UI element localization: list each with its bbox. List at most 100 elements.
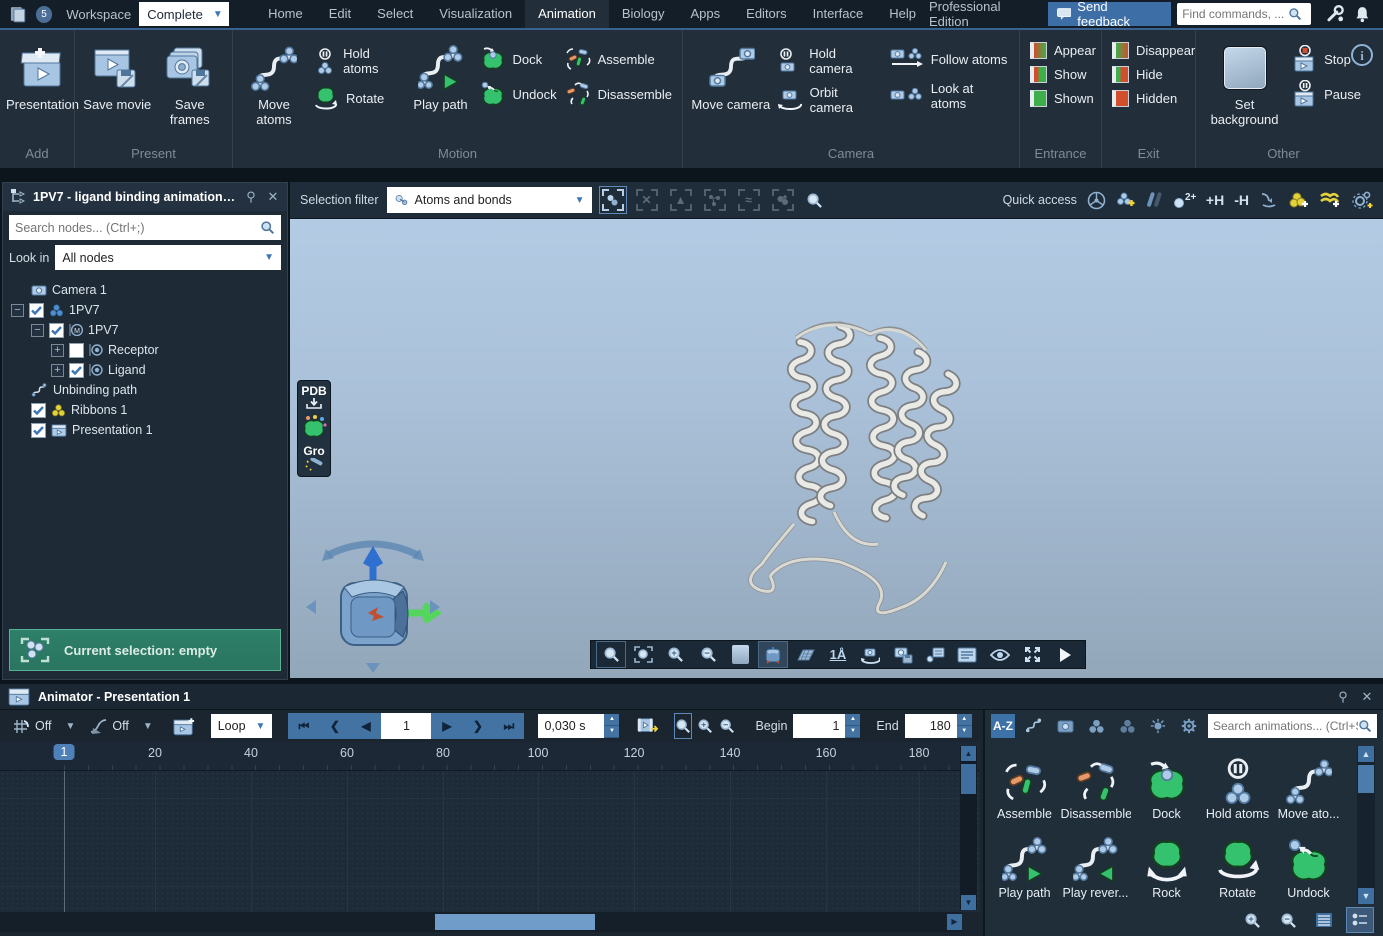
add-bonds-icon[interactable] [1146,191,1162,209]
timeline-ruler[interactable]: 1 20 40 60 80 100 120 140 160 180 [0,742,980,770]
labels-icon[interactable] [953,642,981,667]
pause-button[interactable]: Pause [1291,81,1361,107]
undock-button[interactable]: Undock [480,81,557,107]
tree-item-unbinding-path[interactable]: Unbinding path [3,380,287,400]
viewport-3d[interactable]: Selection filter Atoms and bonds ▼ ✕ ▲ ≈… [290,182,1383,678]
preset-play-reverse[interactable]: Play rever... [1060,823,1131,902]
expand-selection-button[interactable] [702,187,728,213]
grid-view-button[interactable] [1347,908,1373,932]
look-at-atoms-button[interactable]: Look at atoms [890,81,1009,111]
filter-groups-button[interactable] [1115,714,1139,738]
info-icon[interactable]: i [1351,44,1373,66]
filter-cameras-button[interactable] [1053,714,1077,738]
find-commands-box[interactable] [1177,3,1311,25]
begin-frame-field[interactable]: 1 [793,714,845,738]
menu-edit[interactable]: Edit [316,0,364,28]
tree-item-presentation-1[interactable]: Presentation 1 [3,420,287,440]
preferences-icon[interactable] [1351,190,1373,210]
timeline-vertical-scrollbar[interactable]: ▲ ▼ [960,746,977,910]
close-icon[interactable]: ✕ [265,189,281,205]
appear-button[interactable]: Appear [1030,42,1096,59]
fullscreen-icon[interactable] [1018,642,1046,667]
move-camera-button[interactable]: Move camera [689,36,773,112]
sort-az-button[interactable]: A-Z [991,714,1015,738]
send-feedback-button[interactable]: Send feedback [1048,2,1172,26]
add-animation-button[interactable] [173,714,195,738]
visibility-checkbox[interactable] [69,343,84,358]
save-frames-button[interactable]: Save frames [154,36,227,127]
orbit-camera-button[interactable]: Orbit camera [777,85,882,115]
export-movie-button[interactable] [637,714,659,738]
timeline-tracks[interactable] [0,770,980,912]
move-atoms-button[interactable]: Move atoms [239,36,309,127]
preset-assemble[interactable]: Assemble [989,744,1060,823]
zoom-in-icon[interactable] [662,642,690,667]
bell-icon[interactable] [1354,5,1371,23]
spin-down-icon[interactable]: ▼ [604,726,619,738]
preset-hold-atoms[interactable]: Hold atoms [1202,744,1273,823]
end-frame-field[interactable]: 180 [905,714,957,738]
zoom-region-icon[interactable] [630,642,658,667]
tree-item-1pv7-model[interactable]: − M 1PV7 [3,320,287,340]
next-frame-button[interactable]: ▶ [431,719,462,733]
loop-mode-dropdown[interactable]: Loop ▼ [211,714,273,738]
set-charge-icon[interactable]: 2+ [1172,191,1196,209]
deselect-button[interactable]: ✕ [634,187,660,213]
hold-atoms-button[interactable]: Hold atoms [313,46,402,76]
navigation-cube-toggle[interactable] [759,642,787,667]
notification-badge[interactable]: 5 [36,6,53,23]
fetch-pdb-button[interactable]: PDB [301,385,326,409]
scroll-up-icon[interactable]: ▲ [1358,746,1374,762]
zoom-out-button[interactable] [1275,908,1301,932]
stop-button[interactable]: Stop [1291,46,1361,72]
simulation-wheel-icon[interactable] [1087,191,1106,210]
selection-filter-dropdown[interactable]: Atoms and bonds ▼ [387,187,592,213]
add-ribbons-icon[interactable] [1319,191,1341,209]
select-up-button[interactable]: ▲ [668,187,694,213]
easing-dropdown[interactable]: Off ▼ [89,718,152,735]
preset-play-path[interactable]: Play path [989,823,1060,902]
scrollbar-thumb[interactable] [435,914,595,930]
next-keyframe-button[interactable]: ❯ [462,719,493,733]
search-nodes-input[interactable] [15,221,260,235]
disassemble-button[interactable]: Disassemble [565,81,672,107]
current-frame-field[interactable]: 1 [381,713,431,739]
spin-down-icon[interactable]: ▼ [845,726,860,738]
visibility-icon[interactable] [986,642,1014,667]
hidden-button[interactable]: Hidden [1112,90,1195,107]
visibility-checkbox[interactable] [49,323,64,338]
timeline-horizontal-scrollbar[interactable]: ▶ [0,912,962,932]
scroll-down-icon[interactable]: ▼ [961,895,976,910]
filter-paths-button[interactable] [1022,714,1046,738]
rotate-button[interactable]: Rotate [313,85,402,111]
visibility-checkbox[interactable] [69,363,84,378]
frame-duration-spinner[interactable]: ▲▼ [604,714,619,738]
zoom-fit-button[interactable] [675,714,691,738]
menu-animation[interactable]: Animation [525,0,609,28]
scroll-right-icon[interactable]: ▶ [947,914,962,930]
expand-toggle[interactable]: + [51,364,64,377]
tree-item-1pv7[interactable]: − 1PV7 [3,300,287,320]
list-view-button[interactable] [1311,908,1337,932]
preset-undock[interactable]: Undock [1273,823,1344,902]
navigation-cube[interactable] [298,525,448,675]
frame-duration-field[interactable]: 0,030 s [538,714,604,738]
snapshot-icon[interactable] [889,642,917,667]
zoom-icon[interactable] [597,642,625,667]
documents-icon[interactable] [8,5,28,23]
presentation-button[interactable]: Presentation [6,36,79,112]
menu-help[interactable]: Help [876,0,929,28]
close-icon[interactable]: ✕ [1359,689,1375,705]
search-icon[interactable] [260,220,275,235]
preset-rotate[interactable]: Rotate [1202,823,1273,902]
scrollbar-thumb[interactable] [1358,765,1374,793]
menu-biology[interactable]: Biology [609,0,678,28]
visibility-checkbox[interactable] [31,423,46,438]
collapse-toggle[interactable]: − [11,304,24,317]
preset-rock[interactable]: Rock [1131,823,1202,902]
hold-camera-button[interactable]: Hold camera [777,46,882,76]
scrollbar-thumb[interactable] [961,764,976,794]
tree-item-ribbons-1[interactable]: Ribbons 1 [3,400,287,420]
library-scrollbar[interactable]: ▲ ▼ [1357,746,1375,904]
search-animations-input[interactable] [1213,719,1358,733]
